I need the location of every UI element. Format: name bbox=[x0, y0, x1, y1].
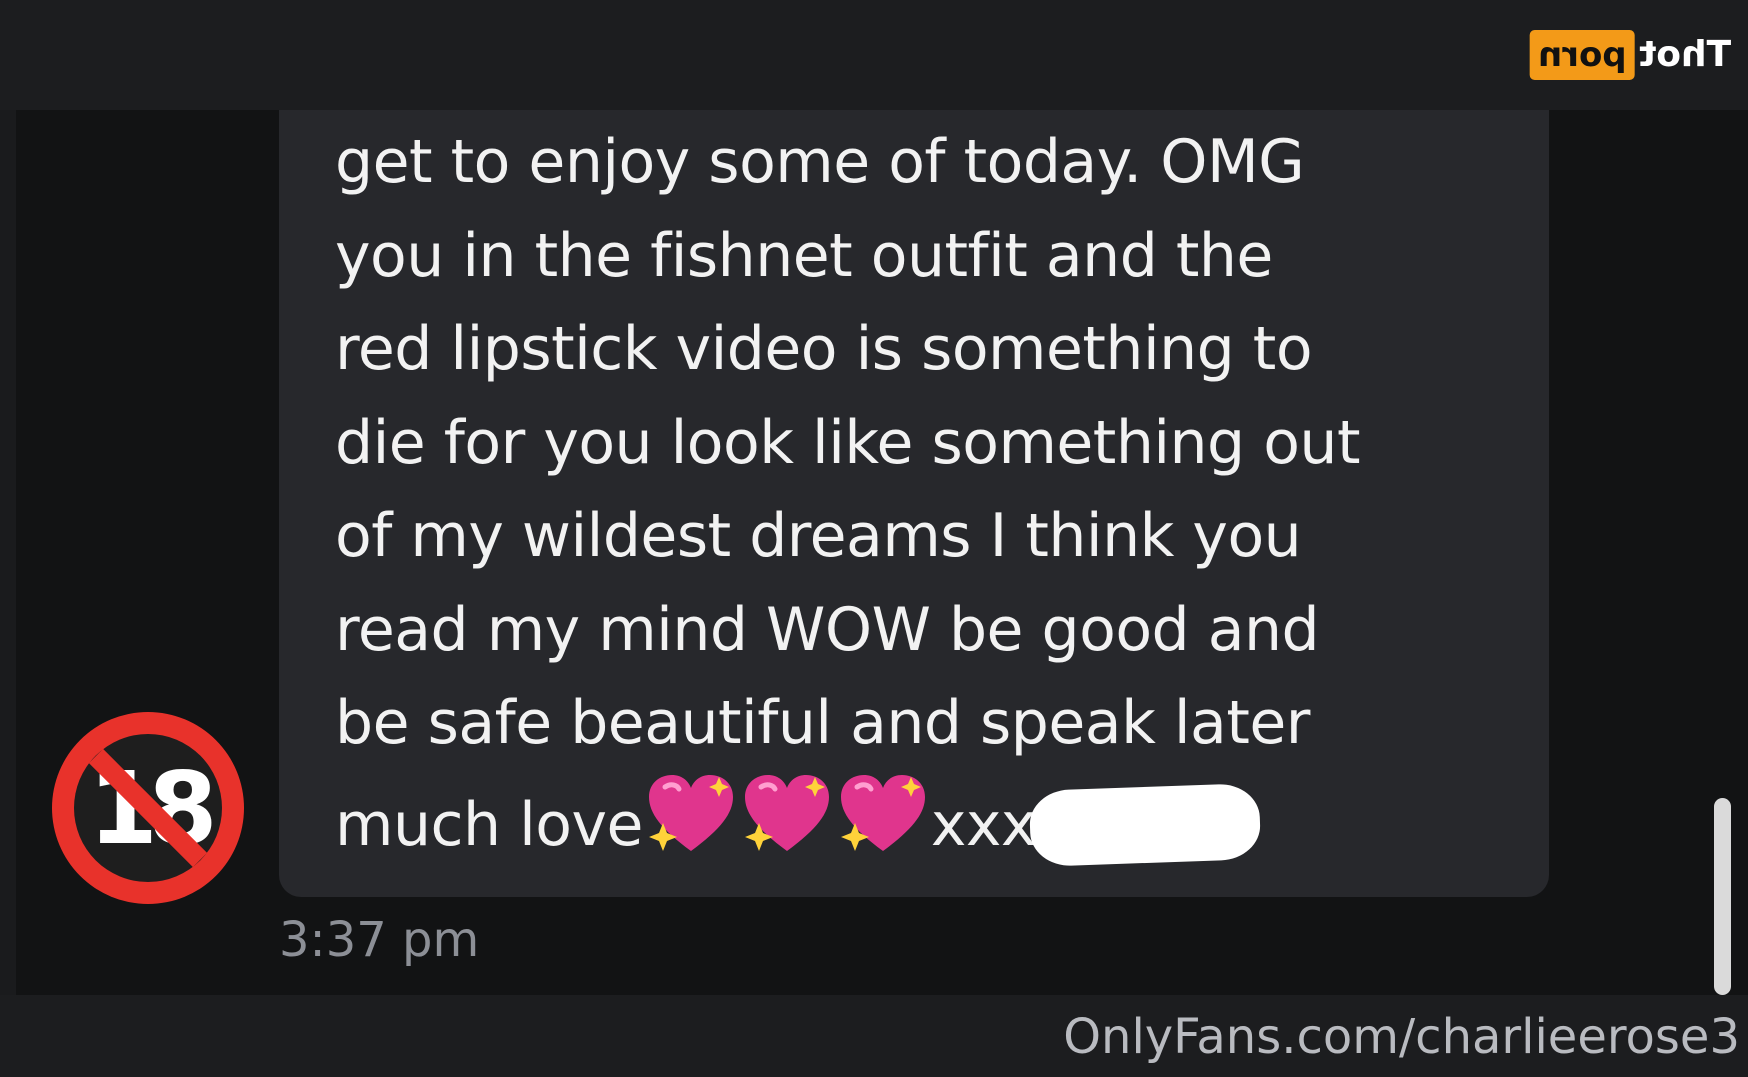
emoji-row bbox=[643, 771, 931, 883]
sparkling-heart-icon bbox=[840, 774, 925, 851]
watermark-text: OnlyFans.com/charlieerose3 bbox=[1063, 1009, 1740, 1065]
logo-text: Thot bbox=[1638, 34, 1731, 75]
message-line: get to enjoy some of today. OMG bbox=[335, 127, 1305, 197]
message-line: be safe beautiful and speak later bbox=[335, 688, 1310, 758]
message-last-line-text: much love bbox=[335, 789, 643, 860]
sparkling-heart-icon bbox=[648, 774, 733, 851]
message-last-line: much love xxx bbox=[335, 771, 1525, 883]
top-bar bbox=[0, 0, 1748, 110]
message-line: red lipstick video is something to bbox=[335, 314, 1313, 384]
message-text: get to enjoy some of today. OMG you in t… bbox=[335, 116, 1525, 882]
message-bubble[interactable]: get to enjoy some of today. OMG you in t… bbox=[279, 110, 1549, 897]
thotporn-logo: porn Thot bbox=[1530, 30, 1731, 80]
screenshot: get to enjoy some of today. OMG you in t… bbox=[0, 0, 1748, 1077]
sparkling-heart-icon bbox=[744, 774, 829, 851]
message-line: of my wildest dreams I think you bbox=[335, 501, 1302, 571]
redacted-signature bbox=[1028, 782, 1262, 867]
no-one-under-eighteen-icon[interactable]: 18 bbox=[40, 700, 256, 916]
logo-box-text: porn bbox=[1530, 30, 1635, 80]
message-timestamp: 3:37 pm bbox=[279, 912, 480, 968]
message-line: die for you look like something out bbox=[335, 407, 1360, 478]
scrollbar-thumb[interactable] bbox=[1714, 798, 1731, 995]
message-line: you in the fishnet outfit and the bbox=[335, 220, 1273, 291]
message-line: read my mind WOW be good and bbox=[335, 594, 1320, 665]
message-last-line-suffix: xxx bbox=[930, 789, 1037, 860]
